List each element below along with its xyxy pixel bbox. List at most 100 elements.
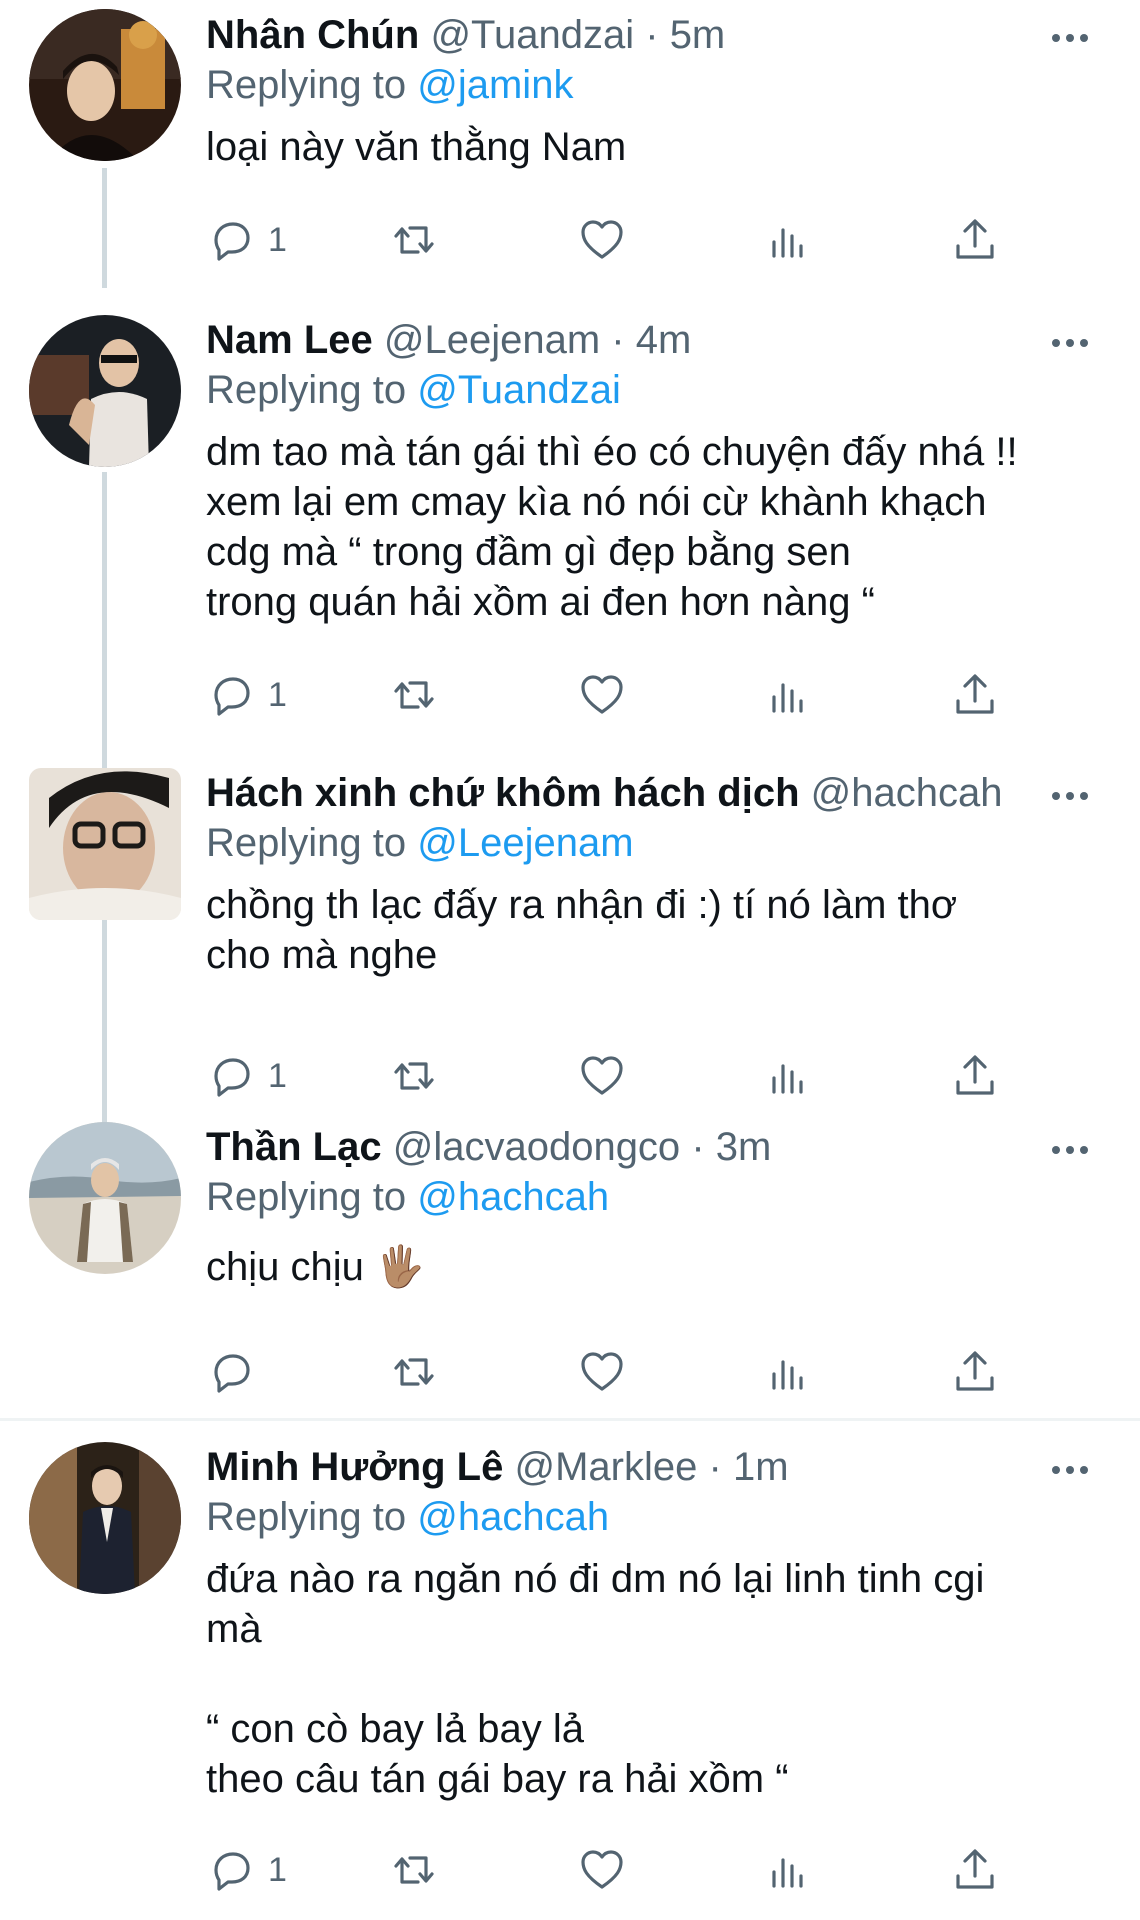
handle[interactable]: @Marklee [515, 1445, 698, 1489]
share-icon [956, 1351, 994, 1391]
reply-count: 1 [268, 675, 287, 714]
retweet-button[interactable] [390, 667, 438, 723]
avatar[interactable] [29, 1442, 181, 1594]
tweet-text: chịu chịu 🖐🏽 [206, 1245, 425, 1289]
replying-to: Replying to @Tuandzai [206, 365, 1100, 415]
like-icon [581, 220, 623, 259]
like-icon [581, 1352, 623, 1391]
more-icon[interactable] [1040, 776, 1100, 816]
display-name[interactable]: Thần Lạc [206, 1125, 382, 1169]
retweet-button[interactable] [390, 1048, 438, 1104]
avatar[interactable] [29, 1122, 181, 1274]
tweet-header: Hách xinh chứ khôm hách dịch @hachcah [206, 766, 1100, 820]
reply-button[interactable]: 1 [206, 1048, 287, 1104]
retweet-icon [394, 226, 434, 254]
like-button[interactable] [578, 1842, 626, 1898]
like-button[interactable] [578, 1048, 626, 1104]
handle[interactable]: @Tuandzai [430, 13, 634, 57]
mention-link[interactable]: @hachcah [417, 1175, 609, 1219]
share-icon [956, 1055, 994, 1095]
action-bar: 1 [206, 667, 996, 723]
action-bar: 1 [206, 212, 996, 268]
tweet-header: Minh Hưởng Lê @Marklee · 1m [206, 1440, 1100, 1494]
views-button[interactable] [764, 1048, 812, 1104]
tweet[interactable]: Minh Hưởng Lê @Marklee · 1m Replying to … [0, 1432, 1140, 1920]
mention-link[interactable]: @Leejenam [417, 821, 633, 865]
tweet[interactable]: Nam Lee @Leejenam · 4m Replying to @Tuan… [0, 305, 1140, 755]
separator-dot: · [611, 318, 625, 362]
views-icon [772, 683, 803, 713]
views-button[interactable] [764, 1344, 812, 1400]
like-button[interactable] [578, 212, 626, 268]
timestamp[interactable]: 4m [636, 318, 692, 362]
replying-to: Replying to @Leejenam [206, 818, 1100, 868]
replying-prefix: Replying to [206, 1175, 407, 1219]
retweet-button[interactable] [390, 212, 438, 268]
tweet-header: Nam Lee @Leejenam · 4m [206, 313, 1100, 367]
timestamp[interactable]: 3m [716, 1125, 772, 1169]
action-bar: 1 [206, 1048, 996, 1104]
display-name[interactable]: Minh Hưởng Lê [206, 1445, 503, 1489]
display-name[interactable]: Nhân Chún [206, 13, 419, 57]
action-bar [206, 1344, 996, 1400]
more-icon[interactable] [1040, 1450, 1100, 1490]
share-button[interactable] [951, 1344, 999, 1400]
reply-button[interactable] [206, 1344, 268, 1400]
views-button[interactable] [764, 1842, 812, 1898]
retweet-button[interactable] [390, 1344, 438, 1400]
avatar[interactable] [29, 768, 181, 920]
separator-dot: · [708, 1445, 722, 1489]
handle[interactable]: @Leejenam [384, 318, 600, 362]
avatar[interactable] [29, 315, 181, 467]
timestamp[interactable]: 1m [733, 1445, 789, 1489]
share-button[interactable] [951, 212, 999, 268]
share-button[interactable] [951, 667, 999, 723]
like-icon [581, 1056, 623, 1095]
reply-icon [214, 1058, 250, 1097]
reply-count: 1 [268, 1056, 287, 1095]
handle[interactable]: @lacvaodongco [393, 1125, 680, 1169]
separator-dot: · [691, 1125, 705, 1169]
timestamp[interactable]: 5m [670, 13, 726, 57]
share-button[interactable] [951, 1842, 999, 1898]
like-button[interactable] [578, 667, 626, 723]
reply-count: 1 [268, 1850, 287, 1889]
replying-to: Replying to @hachcah [206, 1492, 1100, 1542]
reply-button[interactable]: 1 [206, 1842, 287, 1898]
retweet-icon [394, 681, 434, 709]
mention-link[interactable]: @hachcah [417, 1495, 609, 1539]
more-icon[interactable] [1040, 1130, 1100, 1170]
retweet-icon [394, 1856, 434, 1884]
replying-prefix: Replying to [206, 63, 407, 107]
reply-button[interactable]: 1 [206, 212, 287, 268]
views-icon [772, 1064, 803, 1094]
tweet[interactable]: Thần Lạc @lacvaodongco · 3m Replying to … [0, 1112, 1140, 1412]
reply-count: 1 [268, 220, 287, 259]
retweet-button[interactable] [390, 1842, 438, 1898]
share-button[interactable] [951, 1048, 999, 1104]
display-name[interactable]: Hách xinh chứ khôm hách dịch [206, 771, 800, 815]
tweet-text: đứa nào ra ngăn nó đi dm nó lại linh tin… [206, 1557, 985, 1801]
tweet[interactable]: Nhân Chún @Tuandzai · 5m Replying to @ja… [0, 0, 1140, 290]
reply-button[interactable]: 1 [206, 667, 287, 723]
views-button[interactable] [764, 667, 812, 723]
handle[interactable]: @hachcah [811, 771, 1003, 815]
display-name[interactable]: Nam Lee [206, 318, 373, 362]
views-button[interactable] [764, 212, 812, 268]
replying-prefix: Replying to [206, 1495, 407, 1539]
mention-link[interactable]: @Tuandzai [417, 368, 621, 412]
replying-to: Replying to @hachcah [206, 1172, 1100, 1222]
tweet-header: Nhân Chún @Tuandzai · 5m [206, 8, 1100, 62]
tweet-text: dm tao mà tán gái thì éo có chuyện đấy n… [206, 430, 1018, 624]
reply-icon [214, 677, 250, 716]
avatar[interactable] [29, 9, 181, 161]
mention-link[interactable]: @jamink [417, 63, 573, 107]
reply-icon [214, 222, 250, 261]
more-icon[interactable] [1040, 323, 1100, 363]
replying-prefix: Replying to [206, 368, 407, 412]
replying-to: Replying to @jamink [206, 60, 1100, 110]
like-icon [581, 1850, 623, 1889]
like-button[interactable] [578, 1344, 626, 1400]
tweet[interactable]: Hách xinh chứ khôm hách dịch @hachcah Re… [0, 758, 1140, 1113]
more-icon[interactable] [1040, 18, 1100, 58]
